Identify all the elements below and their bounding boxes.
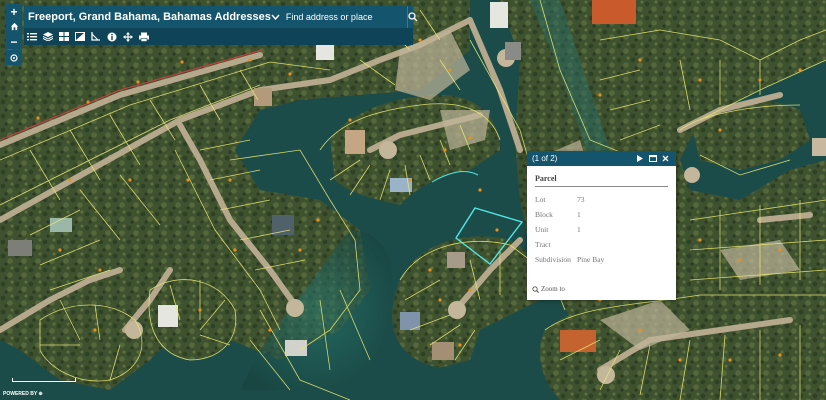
popup-pager: (1 of 2)	[532, 154, 558, 163]
attribute-row: Subdivision Pine Bay	[535, 252, 604, 267]
next-feature-button[interactable]	[634, 153, 645, 164]
attribute-table: Lot 73 Block 1 Unit 1 Tract Subdivision Pine…	[535, 192, 604, 267]
popup-title: Parcel	[535, 174, 668, 187]
zoom-controls: + −	[6, 4, 22, 49]
parcel-popup: (1 of 2) Parcel Lot 73 Block 1 Unit 1 Tract…	[527, 151, 676, 300]
layers-tool[interactable]	[40, 28, 56, 45]
list-tool[interactable]	[24, 28, 40, 45]
toolbar	[24, 28, 413, 45]
measure-icon	[91, 32, 100, 41]
locate-icon	[10, 53, 18, 62]
attribute-row: Block 1	[535, 207, 604, 222]
close-button[interactable]	[660, 153, 671, 164]
basemap-tool[interactable]	[56, 28, 72, 45]
move-icon	[123, 31, 133, 42]
zoom-out-button[interactable]: −	[6, 34, 22, 49]
attribute-value: Pine Bay	[577, 255, 605, 264]
legend-tool[interactable]	[72, 28, 88, 45]
home-icon	[10, 22, 18, 31]
attribute-row: Lot 73	[535, 192, 604, 207]
legend-icon	[75, 32, 85, 41]
about-icon	[107, 32, 117, 41]
maximize-button[interactable]	[647, 153, 658, 164]
app-header: Freeport, Grand Bahama, Bahamas Addresse…	[24, 6, 418, 28]
search-input[interactable]	[279, 6, 407, 28]
maximize-icon	[648, 155, 657, 162]
powered-by-logo: POWERED BY ⊕	[3, 391, 43, 397]
layers-icon	[43, 32, 53, 41]
magnifier-icon	[532, 285, 539, 293]
list-icon	[27, 33, 37, 41]
move-tool[interactable]	[120, 28, 136, 45]
chevron-down-icon	[271, 14, 280, 20]
attribute-label: Subdivision	[535, 255, 571, 264]
attribute-label: Lot	[535, 195, 546, 204]
attribute-value: 73	[577, 195, 585, 204]
measure-tool[interactable]	[88, 28, 104, 45]
search-button[interactable]	[406, 6, 418, 28]
search-icon	[408, 12, 418, 22]
home-button[interactable]	[6, 19, 22, 34]
basemap-icon	[59, 32, 69, 41]
popup-header: (1 of 2)	[527, 151, 676, 166]
search-source-dropdown[interactable]	[271, 6, 280, 28]
attribute-label: Unit	[535, 225, 549, 234]
map-canvas[interactable]	[0, 0, 826, 400]
attribute-row: Unit 1	[535, 222, 604, 237]
popup-body: Parcel Lot 73 Block 1 Unit 1 Tract Subdivis…	[527, 166, 676, 267]
about-tool[interactable]	[104, 28, 120, 45]
print-icon	[139, 32, 149, 42]
print-tool[interactable]	[136, 28, 152, 45]
locate-button[interactable]	[6, 50, 22, 65]
scale-bar	[12, 378, 76, 382]
zoom-to-label: Zoom to	[541, 285, 565, 293]
zoom-to-link[interactable]: Zoom to	[532, 285, 565, 293]
attribute-label: Block	[535, 210, 553, 219]
attribute-value: 1	[577, 225, 581, 234]
zoom-in-button[interactable]: +	[6, 4, 22, 19]
attribute-value: 1	[577, 210, 581, 219]
app-title: Freeport, Grand Bahama, Bahamas Addresse…	[28, 11, 271, 23]
play-icon	[636, 155, 643, 162]
attribute-row: Tract	[535, 237, 604, 252]
close-icon	[662, 155, 669, 162]
attribute-label: Tract	[535, 240, 551, 249]
attribute-value	[577, 237, 604, 252]
